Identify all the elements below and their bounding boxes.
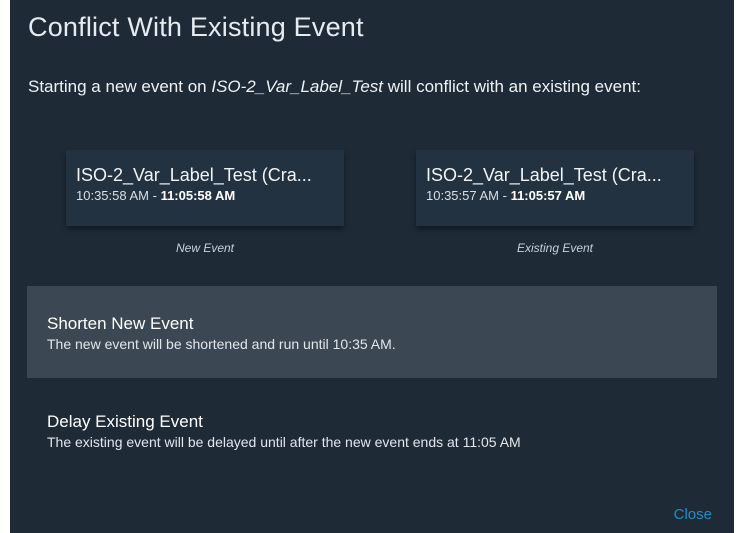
shorten-option-description: The new event will be shortened and run …	[47, 336, 396, 352]
new-event-time-separator: -	[149, 188, 161, 203]
new-event-caption: New Event	[175, 241, 235, 255]
existing-event-card: ISO-2_Var_Label_Test (Cra... 10:35:57 AM…	[416, 150, 694, 226]
conflict-message: Starting a new event on ISO-2_Var_Label_…	[28, 76, 718, 98]
existing-event-start: 10:35:57 AM	[426, 188, 499, 203]
existing-event-caption: Existing Event	[516, 241, 594, 255]
shorten-option-title: Shorten New Event	[47, 314, 194, 333]
existing-event-name: ISO-2_Var_Label_Test (Cra...	[426, 165, 662, 185]
existing-event-time-separator: -	[499, 188, 511, 203]
new-event-end: 11:05:58 AM	[160, 188, 236, 203]
existing-event-end: 11:05:57 AM	[510, 188, 586, 203]
close-button[interactable]: Close	[674, 506, 712, 523]
new-event-time: 10:35:58 AM - 11:05:58 AM	[76, 188, 334, 203]
message-suffix: will conflict with an existing event:	[383, 77, 641, 96]
new-event-name: ISO-2_Var_Label_Test (Cra...	[76, 165, 312, 185]
dialog-title: Conflict With Existing Event	[28, 12, 364, 42]
shorten-new-event-option[interactable]: Shorten New Event The new event will be …	[27, 286, 717, 378]
conflict-dialog: Conflict With Existing Event Starting a …	[10, 0, 734, 533]
delay-existing-event-option[interactable]: Delay Existing Event The existing event …	[27, 384, 717, 476]
message-event-name: ISO-2_Var_Label_Test	[211, 77, 384, 96]
new-event-card: ISO-2_Var_Label_Test (Cra... 10:35:58 AM…	[66, 150, 344, 226]
delay-option-title: Delay Existing Event	[47, 412, 203, 431]
delay-option-description: The existing event will be delayed until…	[47, 434, 521, 450]
new-event-start: 10:35:58 AM	[76, 188, 149, 203]
existing-event-time: 10:35:57 AM - 11:05:57 AM	[426, 188, 684, 203]
message-prefix: Starting a new event on	[28, 77, 212, 96]
